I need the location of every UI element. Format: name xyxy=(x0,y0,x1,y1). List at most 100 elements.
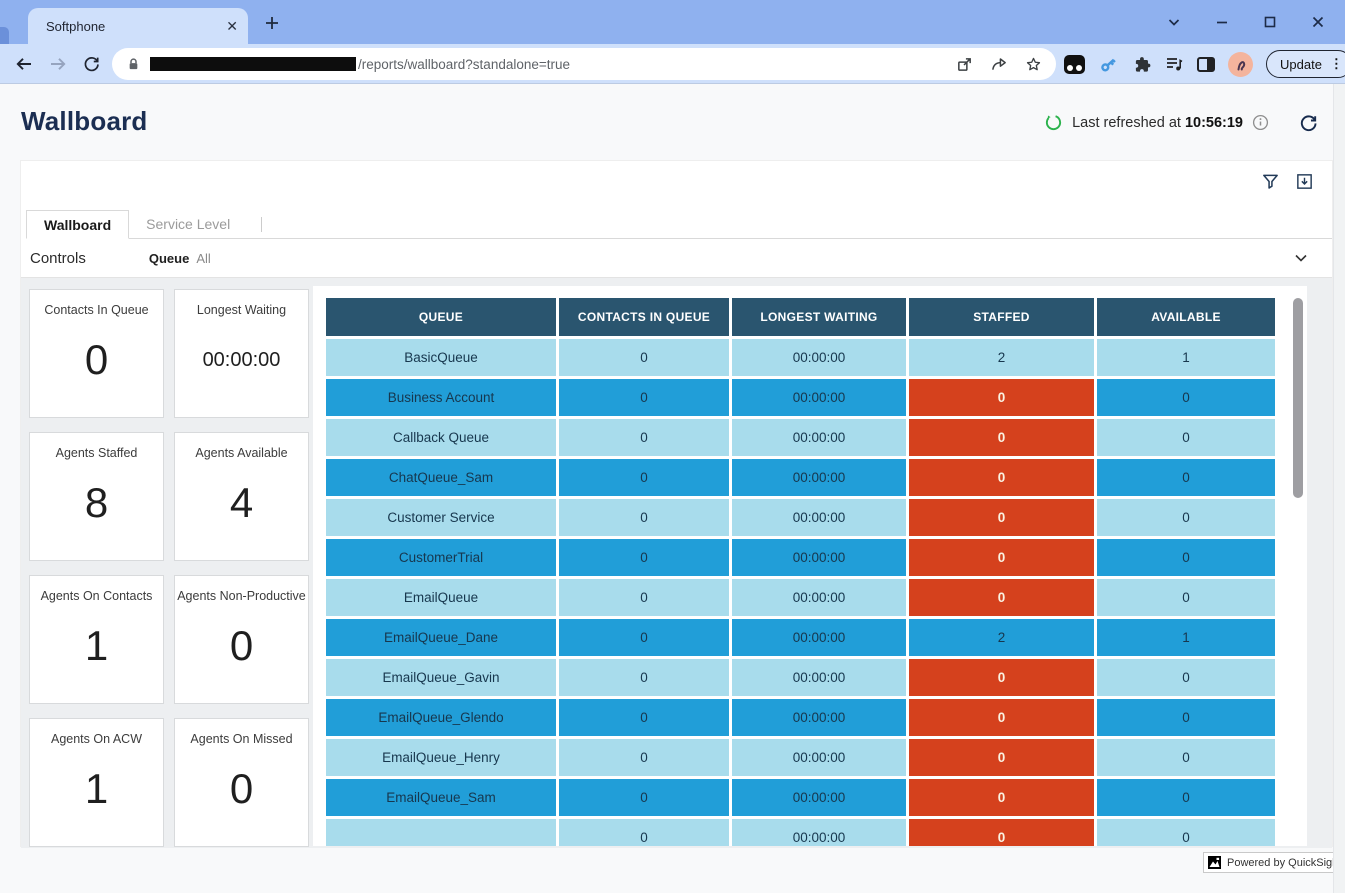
minimize-button[interactable] xyxy=(1213,13,1231,31)
column-header: STAFFED xyxy=(909,298,1094,336)
table-row[interactable]: EmailQueue_Henry000:00:0000 xyxy=(326,739,1275,776)
kpi-value-wrap: 8 xyxy=(85,460,108,560)
tab-wallboard[interactable]: Wallboard xyxy=(26,210,129,239)
refresh-button[interactable] xyxy=(1298,112,1319,133)
column-header: LONGEST WAITING xyxy=(732,298,906,336)
kpi-label: Agents On ACW xyxy=(51,732,142,746)
table-row[interactable]: EmailQueue_Glendo000:00:0000 xyxy=(326,699,1275,736)
media-queue-icon[interactable] xyxy=(1164,54,1184,74)
close-window-button[interactable] xyxy=(1309,13,1327,31)
table-row[interactable]: 000:00:0000 xyxy=(326,819,1275,846)
open-in-new-icon[interactable] xyxy=(956,56,973,73)
available-cell: 0 xyxy=(1097,419,1275,456)
profile-avatar[interactable] xyxy=(1228,52,1253,77)
reload-button[interactable] xyxy=(82,54,101,73)
page-scrollbar[interactable] xyxy=(1333,84,1345,893)
kpi-label: Agents On Contacts xyxy=(41,589,153,603)
contacts-in-queue-cell: 0 xyxy=(559,499,729,536)
contacts-in-queue-cell: 0 xyxy=(559,339,729,376)
kpi-value-wrap: 0 xyxy=(85,317,108,417)
kpi-value: 1 xyxy=(85,622,108,670)
tab-search-chevron-icon[interactable] xyxy=(1165,13,1183,31)
tab-separator xyxy=(261,217,262,232)
longest-waiting-cell: 00:00:00 xyxy=(732,539,906,576)
forward-button[interactable] xyxy=(48,54,68,74)
queue-table: QUEUECONTACTS IN QUEUELONGEST WAITINGSTA… xyxy=(326,298,1275,846)
contacts-in-queue-cell: 0 xyxy=(559,579,729,616)
browser-tab-softphone[interactable]: Softphone ✕ xyxy=(28,8,248,44)
back-button[interactable] xyxy=(14,54,34,74)
filter-icon[interactable] xyxy=(1261,172,1280,191)
last-refreshed-time: 10:56:19 xyxy=(1185,115,1243,131)
table-row[interactable]: BasicQueue000:00:0021 xyxy=(326,339,1275,376)
kpi-value-wrap: 0 xyxy=(230,746,253,846)
kpi-card[interactable]: Agents On ACW1 xyxy=(29,718,164,847)
kpi-value: 0 xyxy=(85,336,108,384)
contacts-in-queue-cell: 0 xyxy=(559,819,729,846)
address-bar[interactable]: /reports/wallboard?standalone=true xyxy=(112,48,1056,80)
available-cell: 0 xyxy=(1097,539,1275,576)
table-row[interactable]: Business Account000:00:0000 xyxy=(326,379,1275,416)
share-icon[interactable] xyxy=(990,56,1008,73)
password-key-icon[interactable] xyxy=(1098,54,1119,75)
page-title: Wallboard xyxy=(21,106,148,137)
quicksight-logo-icon xyxy=(1208,856,1221,869)
staffed-cell: 0 xyxy=(909,539,1094,576)
kpi-label: Agents Non-Productive xyxy=(177,589,306,603)
maximize-button[interactable] xyxy=(1261,13,1279,31)
browser-tabstrip: Softphone ✕ xyxy=(0,0,1345,44)
queue-name-cell: Callback Queue xyxy=(326,419,556,456)
browser-menu-kebab-icon[interactable]: ⋮ xyxy=(1330,56,1343,72)
contacts-in-queue-cell: 0 xyxy=(559,619,729,656)
tab-close-icon[interactable]: ✕ xyxy=(226,19,238,33)
kpi-card[interactable]: Agents Available4 xyxy=(174,432,309,561)
contacts-in-queue-cell: 0 xyxy=(559,699,729,736)
queue-name-cell: EmailQueue_Dane xyxy=(326,619,556,656)
column-header: AVAILABLE xyxy=(1097,298,1275,336)
available-cell: 0 xyxy=(1097,819,1275,846)
table-row[interactable]: EmailQueue_Sam000:00:0000 xyxy=(326,779,1275,816)
staffed-cell: 0 xyxy=(909,499,1094,536)
update-button[interactable]: Update ⋮ xyxy=(1266,50,1345,78)
bookmark-star-icon[interactable] xyxy=(1025,56,1042,73)
kpi-card[interactable]: Agents Staffed8 xyxy=(29,432,164,561)
side-panel-icon[interactable] xyxy=(1197,57,1215,72)
column-header: QUEUE xyxy=(326,298,556,336)
table-row[interactable]: Callback Queue000:00:0000 xyxy=(326,419,1275,456)
table-row[interactable]: Customer Service000:00:0000 xyxy=(326,499,1275,536)
extensions-puzzle-icon[interactable] xyxy=(1132,55,1151,74)
tab-title: Softphone xyxy=(46,19,105,34)
kpi-label: Agents On Missed xyxy=(190,732,292,746)
controls-label: Controls xyxy=(30,250,86,267)
export-icon[interactable] xyxy=(1295,172,1314,191)
longest-waiting-cell: 00:00:00 xyxy=(732,459,906,496)
kpi-card[interactable]: Agents Non-Productive0 xyxy=(174,575,309,704)
staffed-cell: 0 xyxy=(909,659,1094,696)
kpi-value-wrap: 0 xyxy=(230,603,253,703)
longest-waiting-cell: 00:00:00 xyxy=(732,579,906,616)
table-row[interactable]: CustomerTrial000:00:0000 xyxy=(326,539,1275,576)
table-row[interactable]: EmailQueue_Gavin000:00:0000 xyxy=(326,659,1275,696)
tab-service-level[interactable]: Service Level xyxy=(129,210,247,238)
queue-filter[interactable]: Queue All xyxy=(149,251,211,266)
controls-collapse-chevron-icon[interactable] xyxy=(1292,249,1310,267)
staffed-cell: 0 xyxy=(909,579,1094,616)
kpi-card[interactable]: Longest Waiting00:00:00 xyxy=(174,289,309,418)
kpi-card[interactable]: Agents On Contacts 1 xyxy=(29,575,164,704)
update-button-label: Update xyxy=(1280,57,1322,72)
table-row[interactable]: ChatQueue_Sam000:00:0000 xyxy=(326,459,1275,496)
info-icon[interactable] xyxy=(1252,114,1269,131)
table-scrollbar-thumb[interactable] xyxy=(1293,298,1303,498)
kpi-card[interactable]: Agents On Missed0 xyxy=(174,718,309,847)
queue-name-cell: EmailQueue_Sam xyxy=(326,779,556,816)
kpi-card[interactable]: Contacts In Queue0 xyxy=(29,289,164,418)
longest-waiting-cell: 00:00:00 xyxy=(732,619,906,656)
contacts-in-queue-cell: 0 xyxy=(559,419,729,456)
extension-dots-icon[interactable] xyxy=(1064,55,1085,74)
table-row[interactable]: EmailQueue_Dane000:00:0021 xyxy=(326,619,1275,656)
new-tab-button[interactable] xyxy=(260,11,284,35)
longest-waiting-cell: 00:00:00 xyxy=(732,819,906,846)
table-row[interactable]: EmailQueue000:00:0000 xyxy=(326,579,1275,616)
staffed-cell: 2 xyxy=(909,339,1094,376)
dashboard-panel: Wallboard Service Level Controls Queue A… xyxy=(20,160,1333,847)
